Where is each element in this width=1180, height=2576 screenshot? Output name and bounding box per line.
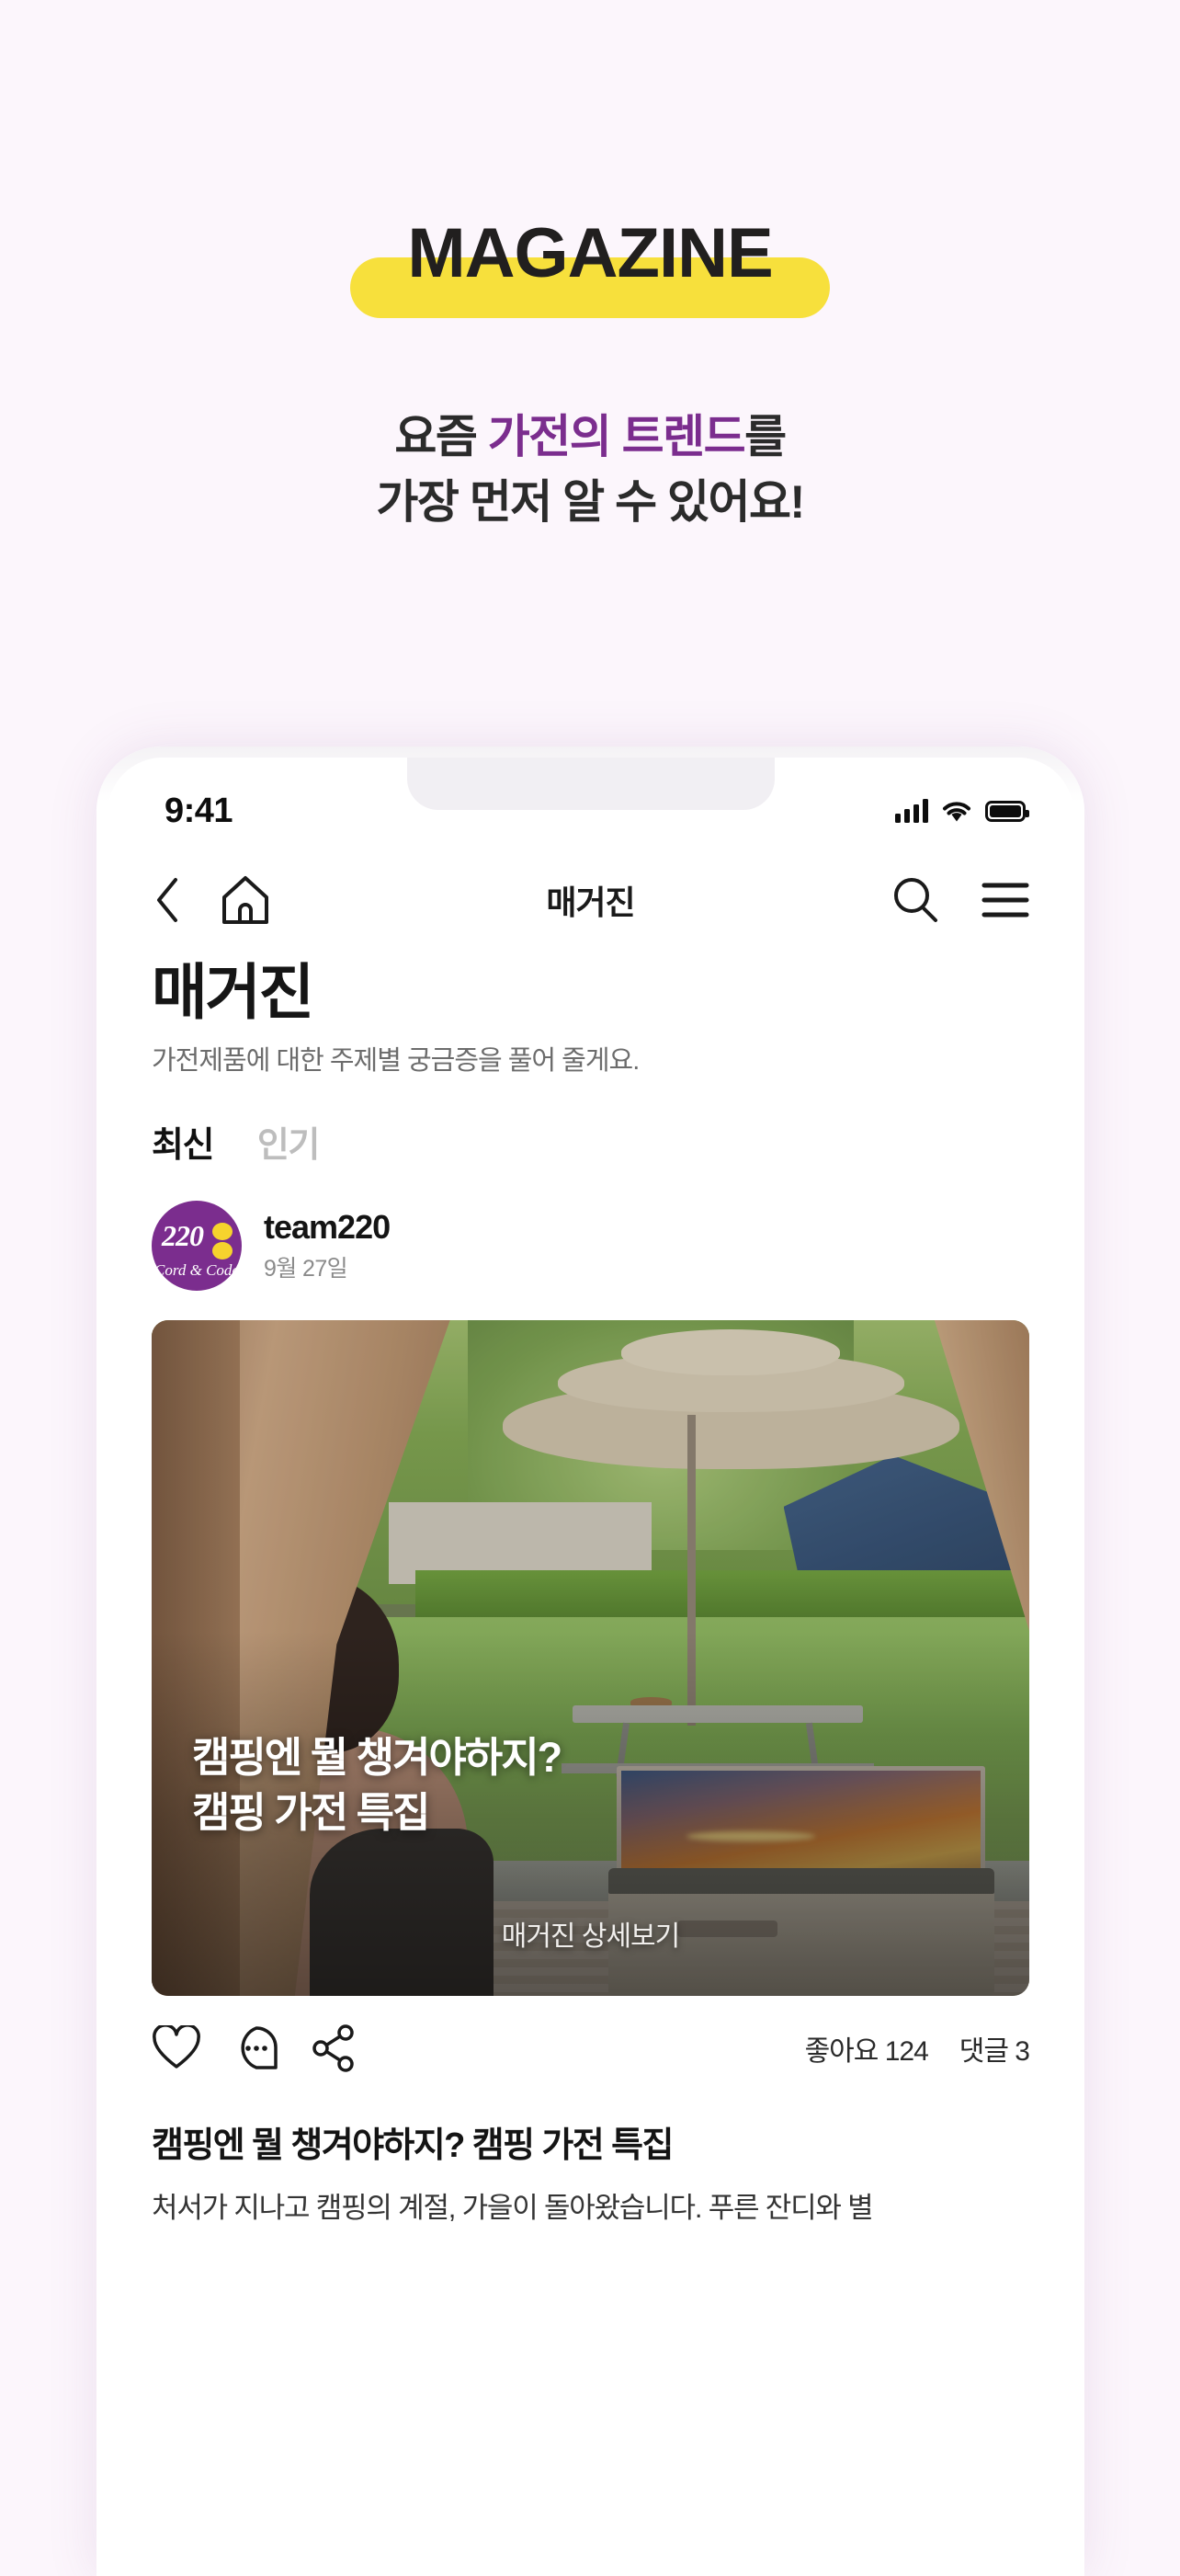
avatar-tagline: Cord & Code [154,1261,239,1279]
promo-subtitle-pre: 요즘 [394,411,488,462]
cover-overlay-title-line-2: 캠핑 가전 특집 [192,1788,430,1836]
hamburger-menu-icon[interactable] [981,880,1029,920]
post-title: 캠핑엔 뭘 챙겨야하지? 캠핑 가전 특집 [152,2126,674,2165]
post-counts: 좋아요 124 댓글 3 [804,2028,1030,2069]
promo-subtitle-line-2: 가장 먼저 알 수 있어요! [376,476,805,528]
page-title: 매거진 [152,958,314,1026]
app-nav-bar: 매거진 [108,849,1073,951]
cover-overlay-title: 캠핑엔 뭘 챙겨야하지? 캠핑 가전 특집 [192,1730,562,1840]
search-icon[interactable] [890,874,941,926]
wifi-icon [943,802,970,822]
cellular-signal-icon [895,799,928,823]
author-meta: team220 9월 27일 [264,1208,391,1283]
phone-device-frame: 9:41 매거진 매거진 가전제품에 대한 주제별 궁금증을 풀어 줄게요. 최… [96,747,1084,2576]
magazine-badge-label: MAGAZINE [407,214,773,292]
cover-detail-link[interactable]: 매거진 상세보기 [152,1913,1029,1954]
cover-overlay-title-line-1: 캠핑엔 뭘 챙겨야하지? [192,1734,562,1782]
post-action-icons [152,2024,357,2072]
home-icon[interactable] [220,873,271,927]
status-bar: 9:41 [108,758,1073,846]
post-date: 9월 27일 [264,1256,348,1282]
promo-subtitle-highlight: 가전의 트렌드 [487,411,746,462]
post-excerpt: 처서가 지나고 캠핑의 계절, 가을이 돌아왔습니다. 푸른 잔디와 별 [152,2192,874,2224]
post-author-row[interactable]: 220 Cord & Code team220 9월 27일 [108,1201,1073,1291]
plug-icon [212,1223,233,1260]
status-bar-time: 9:41 [165,791,233,830]
scene-vignette-overlay [152,1320,1029,1996]
nav-left-group [152,873,271,927]
avatar[interactable]: 220 Cord & Code [152,1201,242,1291]
page-header: 매거진 가전제품에 대한 주제별 궁금증을 풀어 줄게요. [108,958,1073,1077]
magazine-badge-pill: MAGAZINE [350,210,830,318]
post-actions-row: 좋아요 124 댓글 3 [108,2024,1073,2072]
promo-subtitle-line-1: 요즘 가전의 트렌드를 [0,405,1180,470]
post-text-block[interactable]: 캠핑엔 뭘 챙겨야하지? 캠핑 가전 특집 처서가 지나고 캠핑의 계절, 가을… [108,2116,1073,2230]
tab-popular[interactable]: 인기 [257,1116,320,1167]
status-bar-icons [895,799,1029,823]
magazine-badge: MAGAZINE [0,210,1180,318]
comment-bubble-icon[interactable] [233,2025,280,2071]
battery-full-icon [985,800,1029,822]
comment-count: 댓글 3 [959,2036,1030,2067]
camping-scene-illustration [152,1320,1029,1996]
tab-latest[interactable]: 최신 [152,1116,214,1167]
author-name: team220 [264,1208,391,1246]
avatar-brand-number: 220 [162,1219,204,1252]
promo-header: MAGAZINE 요즘 가전의 트렌드를 가장 먼저 알 수 있어요! [0,0,1180,763]
heart-icon[interactable] [152,2025,201,2071]
page-subtitle: 가전제품에 대한 주제별 궁금증을 풀어 줄게요. [152,1045,640,1076]
post-cover-image[interactable]: 캠핑엔 뭘 챙겨야하지? 캠핑 가전 특집 매거진 상세보기 [152,1320,1029,1996]
like-count: 좋아요 124 [804,2036,929,2067]
nav-right-group [890,874,1029,926]
promo-subtitle-post: 를 [744,411,787,462]
phone-screen: 9:41 매거진 매거진 가전제품에 대한 주제별 궁금증을 풀어 줄게요. 최… [108,758,1073,2576]
chevron-left-icon[interactable] [152,874,183,926]
promo-subtitle: 요즘 가전의 트렌드를 가장 먼저 알 수 있어요! [0,405,1180,535]
content-tabs: 최신 인기 [108,1116,363,1167]
share-icon[interactable] [312,2024,357,2072]
